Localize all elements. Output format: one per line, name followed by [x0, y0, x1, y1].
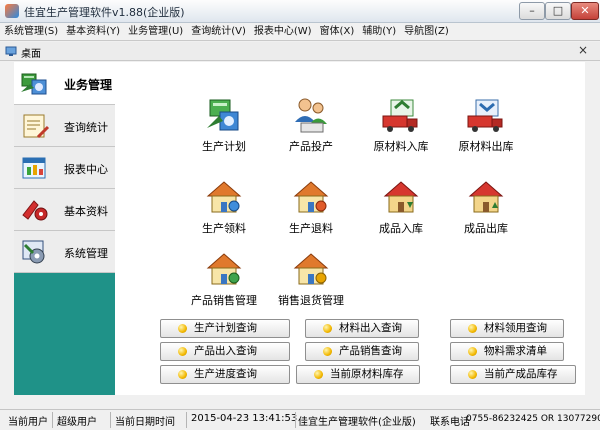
sidebar-label: 报表中心	[64, 163, 108, 176]
tile-production-pick[interactable]: 生产领料	[179, 178, 269, 240]
sales-house-icon	[206, 253, 242, 285]
query-icon	[23, 114, 50, 139]
material-usage-query-button[interactable]: 材料领用查询	[450, 319, 564, 338]
tile-production-return[interactable]: 生产退料	[266, 178, 356, 240]
app-logo-icon	[5, 4, 19, 18]
tile-sales[interactable]: 产品销售管理	[179, 250, 269, 312]
status-product: 佳宜生产管理软件(企业版)	[298, 417, 416, 428]
production-plan-query-button[interactable]: 生产计划查询	[160, 319, 290, 338]
material-in-truck-icon	[382, 99, 418, 132]
material-io-query-button[interactable]: 材料出入查询	[305, 319, 419, 338]
status-bar: 当前用户 超级用户 当前日期时间 2015-04-23 13:41:53 佳宜生…	[0, 409, 600, 430]
production-plan-icon	[207, 99, 239, 131]
bullet-icon	[468, 370, 477, 379]
status-separator	[186, 412, 187, 428]
product-io-query-button[interactable]: 产品出入查询	[160, 342, 290, 361]
status-phone-label: 联系电话	[430, 417, 470, 428]
sidebar-item-basic-data[interactable]: 基本资料	[14, 189, 115, 231]
menu-bar: 系统管理(S) 基本资料(Y) 业务管理(U) 查询统计(V) 报表中心(W) …	[0, 23, 600, 41]
product-sales-query-button[interactable]: 产品销售查询	[305, 342, 419, 361]
tile-production-plan[interactable]: 生产计划	[179, 96, 269, 158]
bullet-icon	[178, 370, 187, 379]
house-out-icon	[468, 181, 504, 213]
tile-product-launch[interactable]: 产品投产	[266, 96, 356, 158]
window-title: 佳宜生产管理软件v1.88(企业版)	[24, 6, 185, 19]
bullet-icon	[468, 347, 477, 356]
sidebar-label: 系统管理	[64, 247, 108, 260]
report-icon	[22, 157, 46, 179]
tile-material-in[interactable]: 原材料入库	[356, 96, 446, 158]
bullet-icon	[314, 370, 323, 379]
sidebar-label: 基本资料	[64, 205, 108, 218]
minimize-button[interactable]: –	[519, 2, 545, 20]
house-pick-icon	[206, 181, 242, 213]
tile-label: 销售退货管理	[278, 294, 344, 307]
status-user-label: 当前用户	[8, 417, 48, 428]
bullet-icon	[323, 324, 332, 333]
tile-label: 产品投产	[289, 140, 333, 153]
tile-product-out[interactable]: 成品出库	[441, 178, 531, 240]
material-out-truck-icon	[467, 99, 503, 132]
menu-assist[interactable]: 辅助(Y)	[358, 23, 400, 40]
menu-business[interactable]: 业务管理(U)	[124, 23, 187, 40]
house-in-icon	[383, 181, 419, 213]
material-requirement-list-button[interactable]: 物料需求清单	[450, 342, 564, 361]
sidebar-item-query[interactable]: 查询统计	[14, 105, 115, 147]
right-border	[585, 62, 600, 395]
tile-sales-return[interactable]: 销售退货管理	[266, 250, 356, 312]
status-datetime: 2015-04-23 13:41:53	[191, 413, 298, 424]
tile-label: 生产计划	[202, 140, 246, 153]
title-bar[interactable]: 佳宜生产管理软件v1.88(企业版) – □ ✕	[0, 0, 600, 23]
bullet-icon	[468, 324, 477, 333]
system-icon	[22, 240, 45, 264]
tile-label: 原材料出库	[458, 140, 514, 153]
tile-label: 产品销售管理	[191, 294, 257, 307]
product-launch-icon	[295, 98, 327, 133]
sidebar-item-business[interactable]: 业务管理	[14, 62, 115, 105]
menu-navigation[interactable]: 导航图(Z)	[400, 23, 453, 40]
menu-system[interactable]: 系统管理(S)	[0, 23, 62, 40]
sidebar-item-system[interactable]: 系统管理	[14, 231, 115, 273]
menu-basic-data[interactable]: 基本资料(Y)	[62, 23, 124, 40]
desktop-icon	[5, 46, 17, 56]
current-material-stock-button[interactable]: 当前原材料库存	[296, 365, 420, 384]
status-user: 超级用户	[57, 417, 97, 428]
tile-label: 生产领料	[202, 222, 246, 235]
sidebar-item-report[interactable]: 报表中心	[14, 147, 115, 189]
production-progress-query-button[interactable]: 生产进度查询	[160, 365, 290, 384]
status-separator	[52, 412, 53, 428]
desktop-tab-bar: 桌面 ×	[0, 42, 600, 61]
status-separator	[110, 412, 111, 428]
tile-label: 原材料入库	[373, 140, 429, 153]
tile-product-in[interactable]: 成品入库	[356, 178, 446, 240]
status-separator	[295, 412, 296, 428]
maximize-button[interactable]: □	[545, 2, 571, 20]
house-return-icon	[293, 181, 329, 213]
bullet-icon	[178, 324, 187, 333]
status-date-label: 当前日期时间	[115, 417, 175, 428]
menu-query[interactable]: 查询统计(V)	[187, 23, 250, 40]
close-button[interactable]: ✕	[571, 2, 599, 20]
current-product-stock-button[interactable]: 当前产成品库存	[450, 365, 576, 384]
status-phone: 0755-86232425 OR 13077290844	[466, 414, 600, 424]
bullet-icon	[323, 347, 332, 356]
menu-report[interactable]: 报表中心(W)	[250, 23, 316, 40]
desktop-tab[interactable]: 桌面	[21, 45, 41, 60]
app-window: 佳宜生产管理软件v1.88(企业版) – □ ✕ 系统管理(S) 基本资料(Y)…	[0, 0, 600, 430]
business-icon	[21, 73, 47, 95]
sales-return-house-icon	[293, 253, 329, 285]
menu-window[interactable]: 窗体(X)	[316, 23, 359, 40]
tile-label: 成品入库	[379, 222, 423, 235]
tile-material-out[interactable]: 原材料出库	[441, 96, 531, 158]
tile-label: 成品出库	[464, 222, 508, 235]
main-panel: 生产计划 产品投产 原材料入库 原材料出库 生产领料 生产退料 成品入库 成品出…	[115, 62, 585, 395]
bullet-icon	[178, 347, 187, 356]
sidebar-label: 业务管理	[64, 78, 113, 92]
desktop-tab-close-icon[interactable]: ×	[576, 43, 590, 57]
basic-data-icon	[22, 200, 48, 221]
tile-label: 生产退料	[289, 222, 333, 235]
sidebar: 业务管理 查询统计 报表中心 基本资料 系统管理	[14, 62, 115, 395]
sidebar-label: 查询统计	[64, 121, 108, 134]
